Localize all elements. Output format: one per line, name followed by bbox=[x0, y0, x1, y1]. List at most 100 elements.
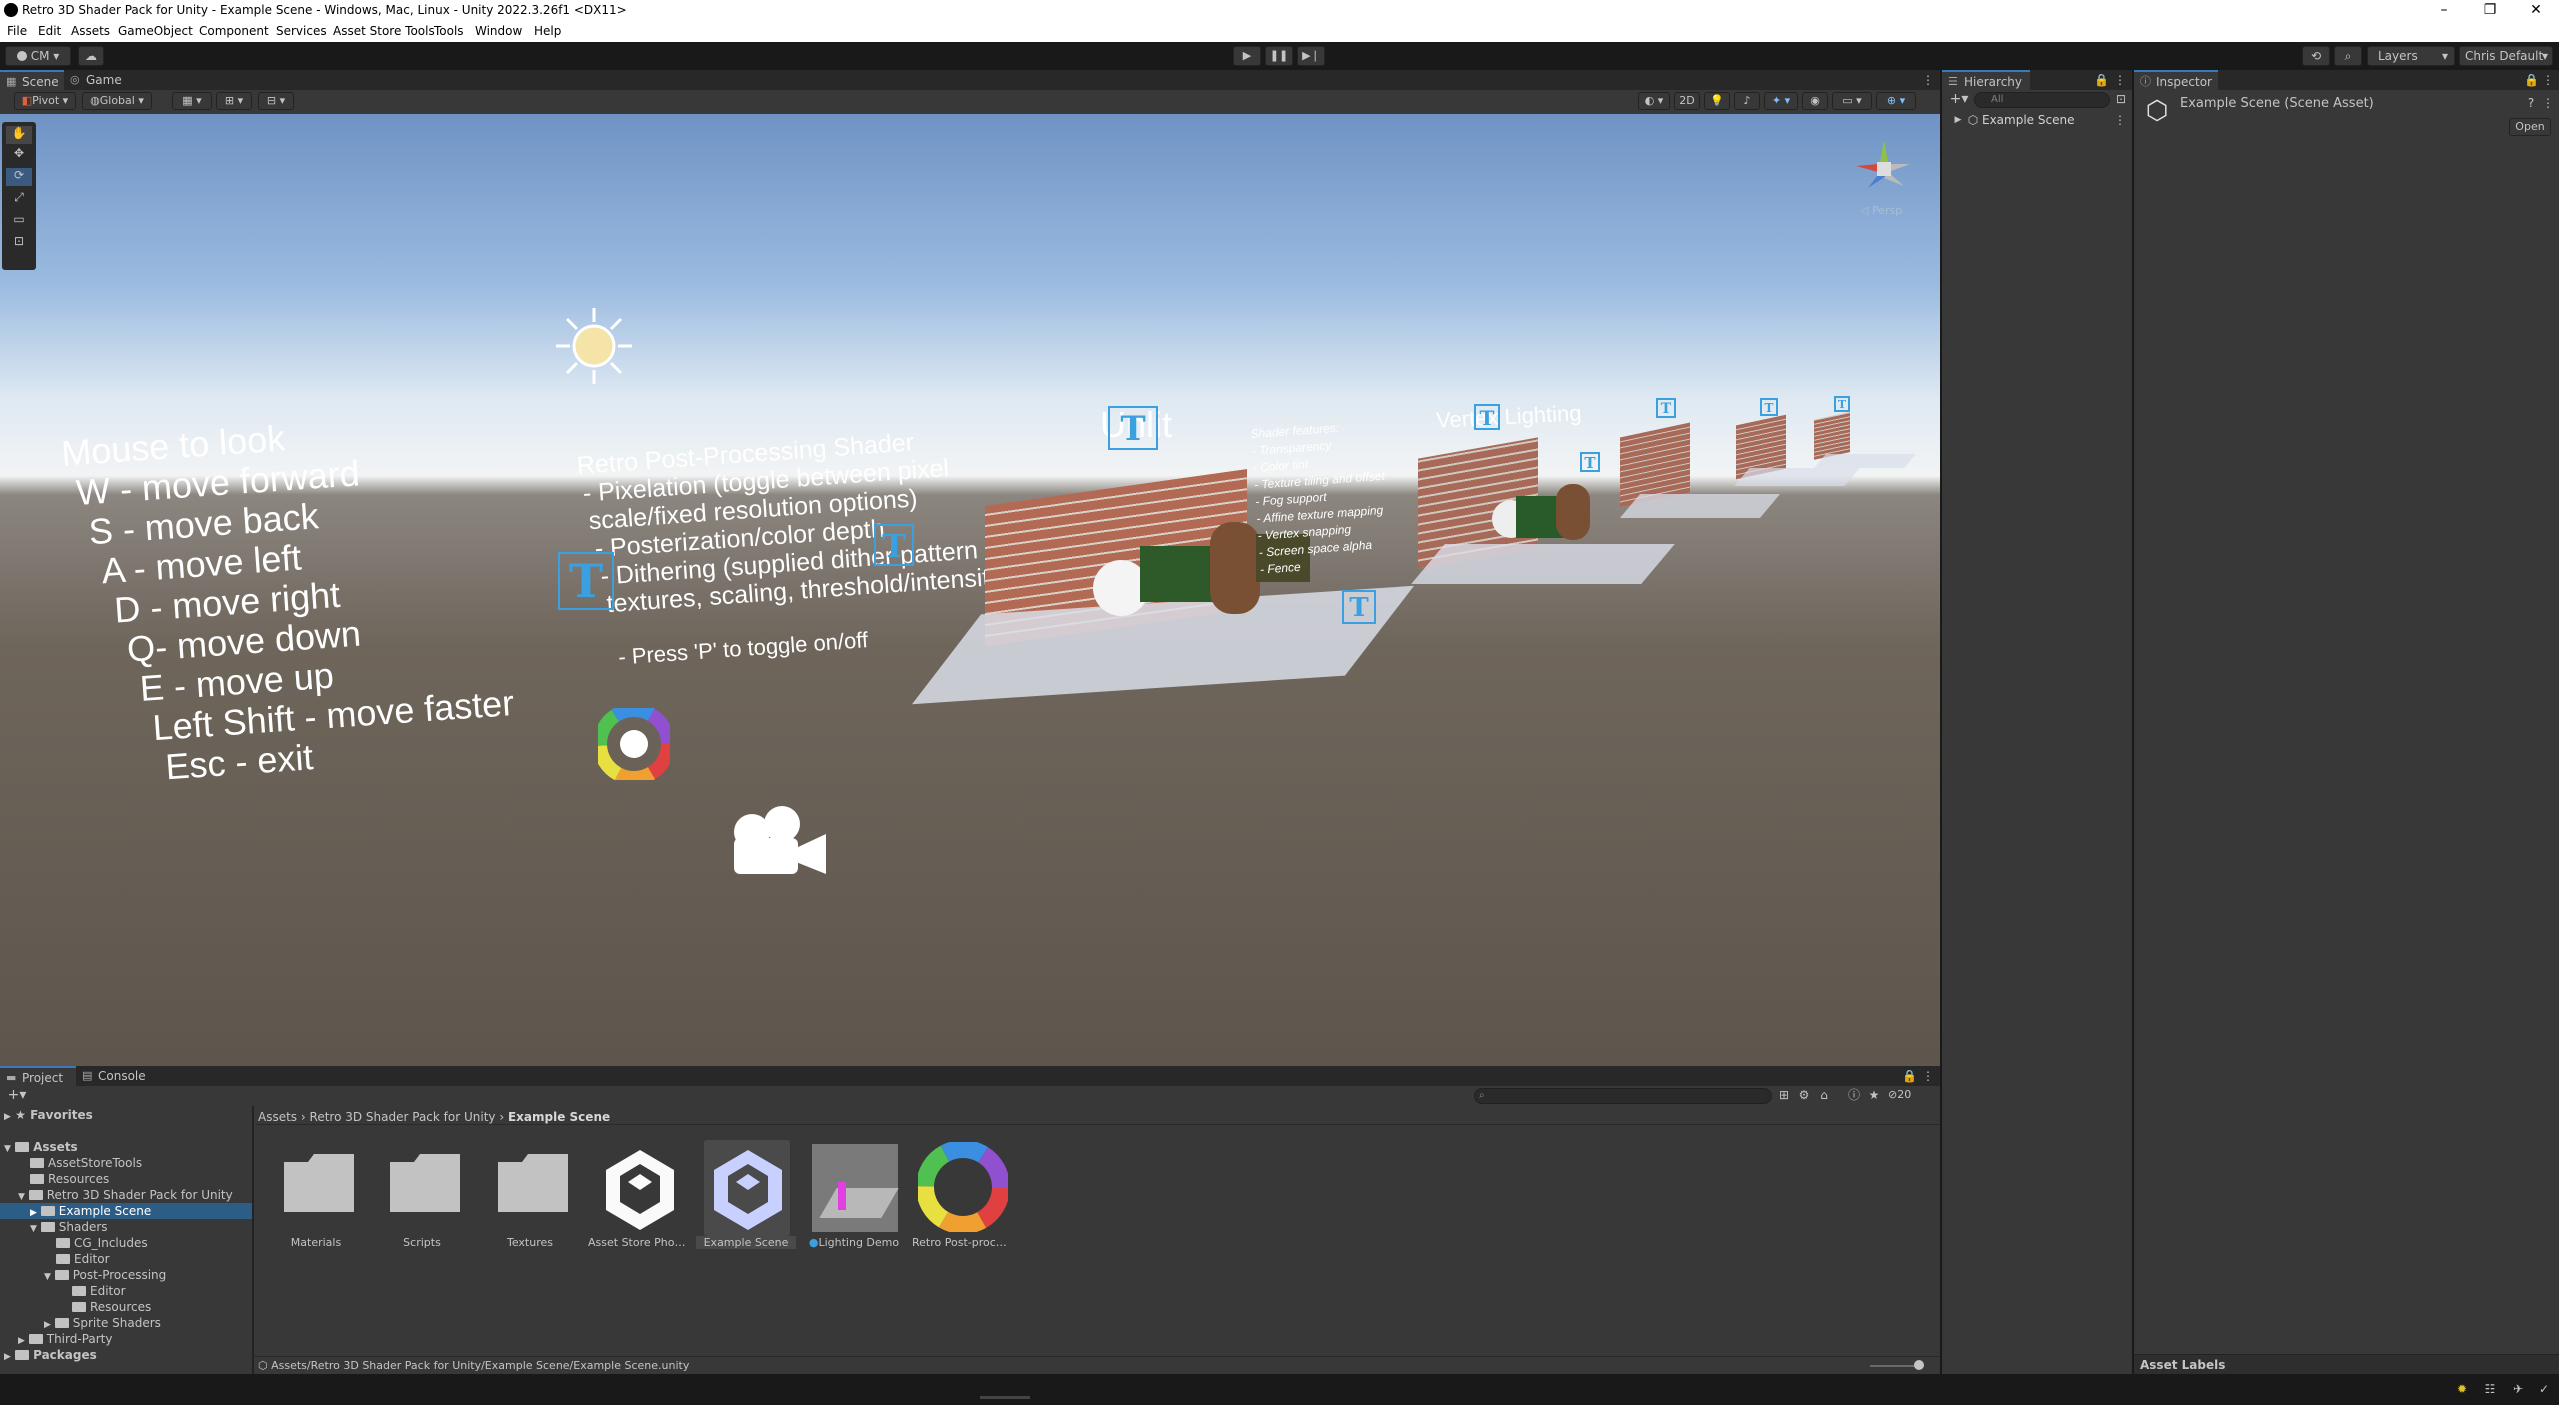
tag-icon[interactable]: ⌂ bbox=[1816, 1088, 1832, 1102]
tree-folder[interactable]: Resources bbox=[30, 1172, 109, 1186]
effects-toggle-icon[interactable]: ✦ ▾ bbox=[1764, 92, 1798, 110]
cache-server-icon[interactable]: ☷ bbox=[2482, 1382, 2498, 1396]
tree-folder[interactable]: Resources bbox=[72, 1300, 151, 1314]
open-button[interactable]: Open bbox=[2509, 118, 2551, 136]
pause-icon[interactable]: ❚❚ bbox=[1265, 46, 1293, 66]
kebab-menu-icon[interactable]: ⋮ bbox=[1922, 73, 1934, 87]
tree-folder[interactable]: ▼ Retro 3D Shader Pack for Unity bbox=[18, 1188, 233, 1202]
ruler-icon[interactable]: ⊟ ▾ bbox=[258, 92, 294, 110]
text-gizmo-icon[interactable]: T bbox=[874, 524, 914, 566]
icon-size-slider-handle[interactable] bbox=[1914, 1360, 1924, 1370]
text-gizmo-icon[interactable]: T bbox=[1580, 452, 1600, 472]
scene-orientation-gizmo[interactable]: ◁ Persp bbox=[1848, 132, 1918, 222]
close-button[interactable]: ✕ bbox=[2513, 0, 2559, 20]
scale-tool-icon[interactable]: ⤢ bbox=[6, 190, 32, 208]
lighting-toggle-icon[interactable]: 💡 bbox=[1704, 92, 1730, 110]
play-icon[interactable]: ▶ bbox=[1233, 46, 1261, 66]
pivot-dropdown[interactable]: ◧Pivot ▾ bbox=[14, 92, 76, 110]
breadcrumb-item[interactable]: Retro 3D Shader Pack for Unity bbox=[310, 1110, 496, 1124]
hidden-packages-toggle[interactable]: ⊘20 bbox=[1888, 1088, 1911, 1101]
gizmos-icon[interactable]: ⊕ ▾ bbox=[1876, 92, 1916, 110]
scene-visibility-icon[interactable]: ⊡ bbox=[2114, 92, 2128, 106]
help-icon[interactable]: ? bbox=[2524, 96, 2538, 110]
post-processing-icon[interactable] bbox=[598, 708, 670, 780]
text-gizmo-icon[interactable]: T bbox=[1342, 590, 1376, 624]
tab-project[interactable]: ▬ Project bbox=[0, 1066, 76, 1086]
text-gizmo-icon[interactable]: T bbox=[1656, 398, 1676, 418]
text-gizmo-icon[interactable]: T bbox=[1760, 398, 1778, 416]
hidden-objects-icon[interactable]: ◉ bbox=[1802, 92, 1828, 110]
sun-icon[interactable] bbox=[552, 304, 636, 388]
perspective-label[interactable]: ◁ Persp bbox=[1860, 204, 1902, 217]
notification-icon[interactable]: ✓ bbox=[2536, 1382, 2552, 1396]
global-dropdown[interactable]: ◍Global ▾ bbox=[82, 92, 152, 110]
camera-settings-icon[interactable]: ▭ ▾ bbox=[1832, 92, 1872, 110]
breadcrumb-item[interactable]: Example Scene bbox=[508, 1110, 610, 1124]
packages-root[interactable]: ▶ Packages bbox=[4, 1348, 97, 1362]
kebab-menu-icon[interactable]: ⋮ bbox=[1922, 1069, 1934, 1083]
asset-labels-bar[interactable]: Asset Labels bbox=[2134, 1354, 2559, 1374]
create-asset-icon[interactable]: +▾ bbox=[6, 1088, 28, 1102]
tree-folder[interactable]: ▼ Shaders bbox=[30, 1220, 108, 1234]
tab-console[interactable]: ▤ Console bbox=[76, 1066, 160, 1086]
tree-folder[interactable]: ▶ Sprite Shaders bbox=[44, 1316, 161, 1330]
search-icon[interactable]: ⌕ bbox=[2334, 46, 2362, 66]
menu-services[interactable]: Services bbox=[276, 24, 327, 38]
tree-folder[interactable]: AssetStoreTools bbox=[30, 1156, 142, 1170]
layout-dropdown[interactable]: Chris Default ▾ bbox=[2459, 46, 2553, 66]
assets-root[interactable]: ▼ Assets bbox=[4, 1140, 78, 1154]
text-gizmo-icon[interactable]: T bbox=[1108, 406, 1158, 450]
restore-button[interactable]: ❐ bbox=[2467, 0, 2513, 20]
menu-component[interactable]: Component bbox=[199, 24, 269, 38]
menu-assets[interactable]: Assets bbox=[71, 24, 110, 38]
tab-hierarchy[interactable]: ☰ Hierarchy bbox=[1942, 70, 2030, 90]
info-filter-icon[interactable]: ⓘ bbox=[1846, 1088, 1862, 1102]
transform-tool-icon[interactable]: ⊡ bbox=[6, 234, 32, 252]
increment-snap-icon[interactable]: ⊞ ▾ bbox=[216, 92, 252, 110]
expand-arrow-icon[interactable]: ▶ bbox=[1952, 113, 1964, 127]
hierarchy-search-input[interactable]: All bbox=[1974, 92, 2110, 108]
menu-file[interactable]: File bbox=[7, 24, 27, 38]
minimize-button[interactable]: – bbox=[2421, 0, 2467, 20]
add-object-icon[interactable]: +▾ bbox=[1948, 92, 1970, 106]
lock-icon[interactable]: 🔒 bbox=[2524, 73, 2539, 87]
move-tool-icon[interactable]: ✥ bbox=[6, 146, 32, 164]
favorites-section[interactable]: ▶ ★ Favorites bbox=[4, 1108, 93, 1122]
search-by-label-icon[interactable]: ⚙ bbox=[1796, 1088, 1812, 1102]
menu-asset-store-tools[interactable]: Asset Store Tools bbox=[333, 24, 435, 38]
tab-game[interactable]: ◎ Game bbox=[64, 70, 140, 90]
account-dropdown[interactable]: CM ▾ bbox=[5, 46, 71, 66]
kebab-menu-icon[interactable]: ⋮ bbox=[2542, 73, 2554, 87]
network-icon[interactable]: ✈ bbox=[2510, 1382, 2526, 1396]
project-search-input[interactable]: ⌕ bbox=[1474, 1088, 1772, 1104]
kebab-menu-icon[interactable]: ⋮ bbox=[2114, 73, 2126, 87]
tree-folder[interactable]: CG_Includes bbox=[56, 1236, 148, 1250]
icon-size-slider[interactable] bbox=[1870, 1365, 1920, 1367]
menu-window[interactable]: Window bbox=[475, 24, 522, 38]
camera-icon[interactable] bbox=[722, 804, 832, 880]
text-gizmo-icon[interactable]: T bbox=[558, 552, 614, 610]
hierarchy-scene-row[interactable]: ▶ ⬡ Example Scene ⋮ bbox=[1942, 110, 2132, 130]
step-icon[interactable]: ▶❘ bbox=[1297, 46, 1325, 66]
layers-dropdown[interactable]: Layers ▾ bbox=[2367, 46, 2455, 66]
tree-folder[interactable]: Editor bbox=[72, 1284, 126, 1298]
menu-edit[interactable]: Edit bbox=[38, 24, 61, 38]
text-gizmo-icon[interactable]: T bbox=[1474, 404, 1500, 430]
lock-icon[interactable]: 🔒 bbox=[2094, 73, 2109, 87]
lighting-bake-icon[interactable]: ✹ bbox=[2454, 1382, 2470, 1396]
text-gizmo-icon[interactable]: T bbox=[1834, 396, 1850, 412]
menu-gameobject[interactable]: GameObject bbox=[118, 24, 193, 38]
grid-snapping-icon[interactable]: ▦ ▾ bbox=[172, 92, 212, 110]
scene-viewport[interactable]: ✋ ✥ ⟳ ⤢ ▭ ⊡ ◁ Persp Mouse to look W - mo… bbox=[0, 114, 1940, 1066]
kebab-menu-icon[interactable]: ⋮ bbox=[2542, 96, 2554, 110]
tab-scene[interactable]: ▦ Scene bbox=[0, 70, 64, 90]
tree-folder[interactable]: ▶ Third-Party bbox=[18, 1332, 112, 1346]
tree-folder[interactable]: ▼ Post-Processing bbox=[44, 1268, 166, 1282]
hand-tool-icon[interactable]: ✋ bbox=[6, 126, 32, 144]
cloud-icon[interactable]: ☁ bbox=[78, 46, 104, 66]
tree-folder[interactable]: Editor bbox=[56, 1252, 110, 1266]
favorite-star-icon[interactable]: ★ bbox=[1866, 1088, 1882, 1102]
tree-folder-selected[interactable]: ▶ Example Scene bbox=[30, 1204, 151, 1218]
rect-tool-icon[interactable]: ▭ bbox=[6, 212, 32, 230]
menu-tools[interactable]: Tools bbox=[434, 24, 464, 38]
